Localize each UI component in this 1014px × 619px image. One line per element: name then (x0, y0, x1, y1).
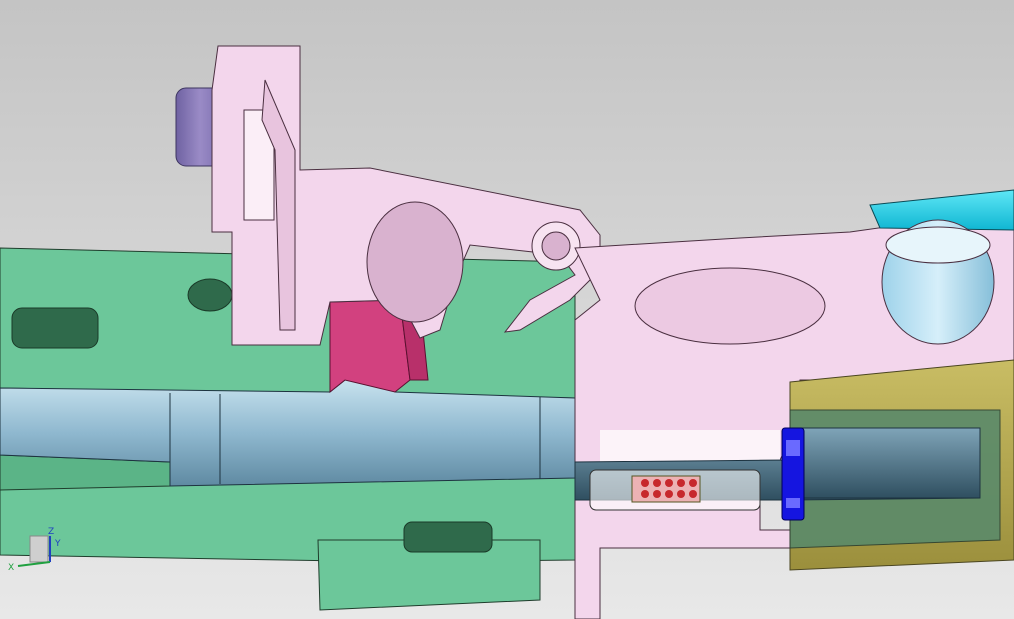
triad-label-y: Y (54, 539, 61, 549)
3d-viewport[interactable]: Z Y X (0, 0, 1014, 619)
blue-clip[interactable] (781, 427, 805, 521)
cad-model-scene[interactable]: Z Y X (0, 0, 1014, 619)
triad-label-x: X (8, 563, 14, 573)
triad-label-z: Z (48, 527, 54, 537)
spring-cage[interactable] (589, 469, 761, 511)
